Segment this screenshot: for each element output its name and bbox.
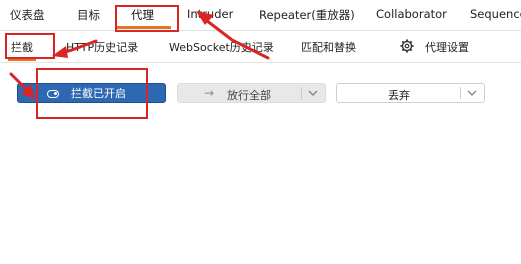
subtab-websocket-history[interactable]: WebSocket历史记录 xyxy=(169,39,274,55)
subtab-http-history[interactable]: HTTP历史记录 xyxy=(66,39,138,55)
tab-target[interactable]: 目标 xyxy=(77,7,100,23)
active-tab-indicator xyxy=(116,26,171,29)
proxy-sub-tab-bar: 拦截 HTTP历史记录 WebSocket历史记录 匹配和替换 代理设置 xyxy=(0,31,521,63)
split-divider xyxy=(301,87,302,99)
forward-all-label: 放行全部 xyxy=(227,89,271,102)
tab-dashboard[interactable]: 仪表盘 xyxy=(10,7,45,23)
chevron-down-icon[interactable] xyxy=(308,90,318,97)
forward-all-button[interactable]: → 放行全部 xyxy=(177,83,326,103)
tab-sequencer[interactable]: Sequencer xyxy=(470,7,521,21)
tab-collaborator[interactable]: Collaborator xyxy=(376,7,447,21)
tab-intruder[interactable]: Intruder xyxy=(187,7,233,21)
chevron-down-icon[interactable] xyxy=(467,90,477,97)
drop-label: 丢弃 xyxy=(388,89,410,102)
tab-repeater[interactable]: Repeater(重放器) xyxy=(259,7,355,23)
gear-icon[interactable] xyxy=(400,39,414,53)
subtab-intercept[interactable]: 拦截 xyxy=(11,39,33,55)
subtab-proxy-settings[interactable]: 代理设置 xyxy=(425,39,469,55)
subtab-match-replace[interactable]: 匹配和替换 xyxy=(301,39,356,55)
intercept-toggle-label: 拦截已开启 xyxy=(71,87,126,100)
toggle-icon xyxy=(47,90,59,98)
split-divider xyxy=(460,87,461,99)
arrow-right-icon: → xyxy=(204,86,215,100)
drop-button[interactable]: 丢弃 xyxy=(336,83,485,103)
intercept-toggle-button[interactable]: 拦截已开启 xyxy=(17,83,166,103)
active-subtab-indicator xyxy=(8,59,36,61)
tab-proxy[interactable]: 代理 xyxy=(131,7,154,23)
main-tab-bar: 仪表盘 目标 代理 Intruder Repeater(重放器) Collabo… xyxy=(0,0,521,31)
